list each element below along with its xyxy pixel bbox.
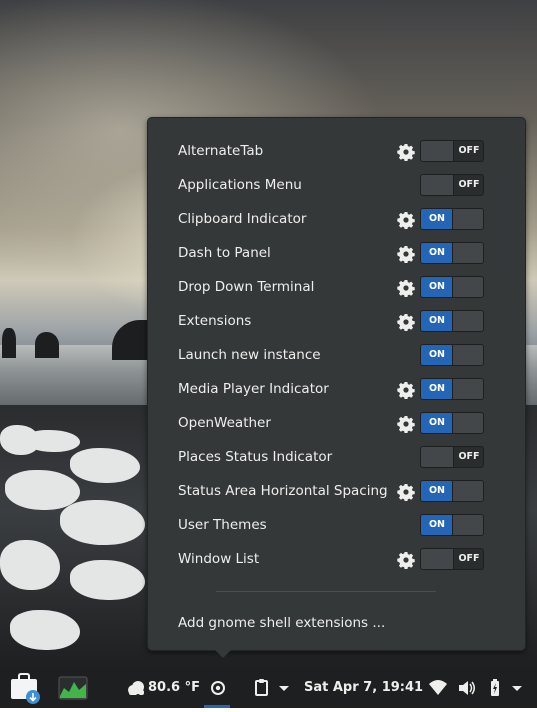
wallpaper-snow bbox=[25, 430, 80, 452]
toggle-knob[interactable] bbox=[421, 175, 454, 195]
toggle-knob[interactable] bbox=[421, 141, 454, 161]
system-monitor-icon[interactable] bbox=[56, 668, 90, 708]
extension-name: Launch new instance bbox=[178, 347, 321, 363]
extension-row: Launch new instance ON bbox=[178, 344, 518, 368]
volume-icon[interactable] bbox=[457, 668, 477, 708]
extension-toggle-switch[interactable]: ON bbox=[420, 208, 484, 230]
toggle-state-label: ON bbox=[421, 413, 453, 433]
battery-icon[interactable] bbox=[488, 668, 502, 708]
toggle-state-label: OFF bbox=[458, 145, 480, 156]
toggle-knob[interactable] bbox=[421, 549, 454, 569]
extension-toggle-switch[interactable]: ON bbox=[420, 276, 484, 298]
extension-row: Media Player Indicator ON bbox=[178, 378, 518, 402]
gear-icon[interactable] bbox=[397, 143, 415, 162]
extension-row: Drop Down Terminal ON bbox=[178, 276, 518, 300]
toggle-state-label: OFF bbox=[458, 553, 480, 564]
toggle-state-label: ON bbox=[421, 209, 453, 229]
system-menu-chevron-icon[interactable] bbox=[510, 668, 524, 708]
extension-name: Media Player Indicator bbox=[178, 381, 329, 397]
extension-toggle-switch[interactable]: OFF bbox=[420, 140, 484, 162]
popup-pointer-arrow bbox=[213, 648, 233, 658]
extension-toggle-switch[interactable]: ON bbox=[420, 480, 484, 502]
toggle-state-label: ON bbox=[421, 277, 453, 297]
extension-row: Status Area Horizontal Spacing ON bbox=[178, 480, 518, 504]
extension-row: Places Status Indicator OFF bbox=[178, 446, 518, 470]
extension-row: OpenWeather ON bbox=[178, 412, 518, 436]
extensions-icon[interactable] bbox=[207, 668, 229, 708]
clock[interactable]: Sat Apr 7, 19:41 bbox=[304, 680, 423, 695]
extension-row: Dash to Panel ON bbox=[178, 242, 518, 266]
wallpaper-sea-stack bbox=[2, 328, 16, 358]
toggle-knob[interactable] bbox=[452, 209, 483, 229]
wallpaper-snow bbox=[10, 610, 80, 650]
gear-icon[interactable] bbox=[397, 415, 415, 434]
extension-toggle-switch[interactable]: OFF bbox=[420, 548, 484, 570]
gear-icon[interactable] bbox=[397, 279, 415, 298]
toggle-state-label: ON bbox=[421, 481, 453, 501]
toggle-state-label: OFF bbox=[458, 179, 480, 190]
wallpaper-snow bbox=[5, 470, 80, 510]
extension-toggle-switch[interactable]: OFF bbox=[420, 446, 484, 468]
extension-toggle-switch[interactable]: ON bbox=[420, 378, 484, 400]
toggle-state-label: ON bbox=[421, 311, 453, 331]
extension-name: Dash to Panel bbox=[178, 245, 271, 261]
wallpaper-snow bbox=[70, 448, 140, 483]
extension-toggle-switch[interactable]: ON bbox=[420, 242, 484, 264]
extensions-popup-menu: AlternateTab OFF Applications Menu OFF Clipb… bbox=[147, 117, 526, 651]
gear-icon[interactable] bbox=[397, 211, 415, 230]
extension-row: Window List OFF bbox=[178, 548, 518, 572]
extension-name: Status Area Horizontal Spacing bbox=[178, 483, 388, 499]
toggle-knob[interactable] bbox=[452, 515, 483, 535]
extension-name: Clipboard Indicator bbox=[178, 211, 307, 227]
add-extensions-link[interactable]: Add gnome shell extensions ... bbox=[178, 615, 385, 631]
wifi-icon[interactable] bbox=[428, 668, 448, 708]
toggle-state-label: OFF bbox=[458, 451, 480, 462]
extension-toggle-switch[interactable]: ON bbox=[420, 344, 484, 366]
gear-icon[interactable] bbox=[397, 483, 415, 502]
gear-icon[interactable] bbox=[397, 245, 415, 264]
chevron-down-icon[interactable] bbox=[277, 668, 291, 708]
extension-toggle-switch[interactable]: OFF bbox=[420, 174, 484, 196]
menu-separator bbox=[216, 591, 436, 592]
toggle-knob[interactable] bbox=[421, 447, 454, 467]
extension-name: AlternateTab bbox=[178, 143, 264, 159]
taskbar: 80.6 °F Sat Apr 7, 19:41 bbox=[0, 668, 537, 708]
wallpaper-headland bbox=[112, 320, 152, 360]
extension-name: Extensions bbox=[178, 313, 252, 329]
extension-name: Places Status Indicator bbox=[178, 449, 333, 465]
toggle-state-label: ON bbox=[421, 515, 453, 535]
toggle-knob[interactable] bbox=[452, 277, 483, 297]
toggle-knob[interactable] bbox=[452, 311, 483, 331]
extension-row: AlternateTab OFF bbox=[178, 140, 518, 164]
extension-toggle-switch[interactable]: ON bbox=[420, 310, 484, 332]
extension-toggle-switch[interactable]: ON bbox=[420, 412, 484, 434]
extension-row: User Themes ON bbox=[178, 514, 518, 538]
toggle-knob[interactable] bbox=[452, 379, 483, 399]
wallpaper-sea-stack bbox=[35, 332, 59, 358]
weather-temperature[interactable]: 80.6 °F bbox=[148, 680, 200, 695]
extension-name: Window List bbox=[178, 551, 260, 567]
extension-name: OpenWeather bbox=[178, 415, 271, 431]
extension-row: Clipboard Indicator ON bbox=[178, 208, 518, 232]
clipboard-icon[interactable] bbox=[253, 668, 269, 708]
toggle-state-label: ON bbox=[421, 243, 453, 263]
toggle-state-label: ON bbox=[421, 379, 453, 399]
extension-name: User Themes bbox=[178, 517, 267, 533]
weather-cloud-icon[interactable] bbox=[126, 668, 146, 708]
extension-row: Applications Menu OFF bbox=[178, 174, 518, 198]
gear-icon[interactable] bbox=[397, 551, 415, 570]
gear-icon[interactable] bbox=[397, 313, 415, 332]
extension-toggle-switch[interactable]: ON bbox=[420, 514, 484, 536]
software-store-icon[interactable] bbox=[8, 668, 44, 708]
toggle-knob[interactable] bbox=[452, 243, 483, 263]
extension-name: Applications Menu bbox=[178, 177, 302, 193]
toggle-knob[interactable] bbox=[452, 345, 483, 365]
toggle-knob[interactable] bbox=[452, 481, 483, 501]
extension-row: Extensions ON bbox=[178, 310, 518, 334]
toggle-knob[interactable] bbox=[452, 413, 483, 433]
gear-icon[interactable] bbox=[397, 381, 415, 400]
wallpaper-snow bbox=[70, 560, 145, 600]
extension-name: Drop Down Terminal bbox=[178, 279, 315, 295]
toggle-state-label: ON bbox=[421, 345, 453, 365]
